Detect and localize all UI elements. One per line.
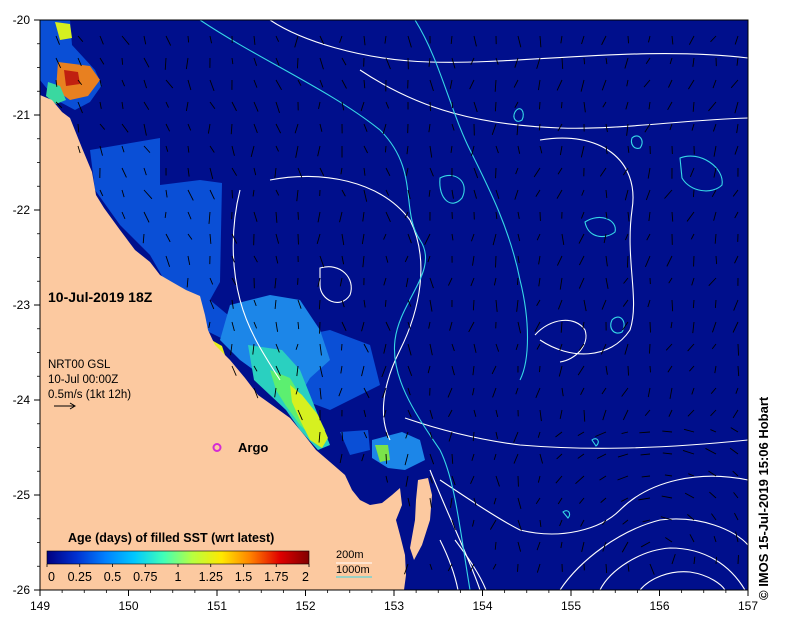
x-tick-label: 150 [118,599,138,613]
x-tick-label: 151 [207,599,227,613]
y-axis: -20 -21 -22 -23 -24 -25 -26 [13,13,40,597]
sst-map-figure: Argo 10-Jul-2019 18Z NRT00 GSL 10-Jul 00… [13,13,759,613]
current-vector [539,101,541,110]
current-vector [384,145,387,153]
colorbar-tick-label: 1.75 [264,570,288,584]
current-vector [231,189,234,199]
x-axis: 149 150 151 152 153 154 155 156 157 [30,590,758,613]
colorbar-tick-label: 0.75 [133,570,157,584]
current-time-label: 10-Jul 00:00Z [48,374,118,386]
current-vector [472,299,475,311]
colorbar-tick-label: 1.5 [235,570,252,584]
current-vector [341,343,343,351]
current-vector [296,57,299,69]
x-tick-label: 152 [295,599,315,613]
colorbar-tick-label: 0 [48,570,55,584]
current-vector [583,57,586,65]
current-vector [516,277,519,286]
argo-label: Argo [238,440,268,455]
colorbar-tick-label: 0.5 [104,570,121,584]
current-vector [737,343,739,356]
colorbar [46,550,310,565]
current-vector [494,101,497,112]
current-vector [671,299,674,312]
current-vector [627,35,629,44]
current-product-label: NRT00 GSL [48,359,111,371]
current-vector [384,299,387,307]
current-vector [715,255,718,265]
y-tick-label: -23 [13,298,31,312]
current-vector [627,365,629,376]
x-tick-label: 153 [384,599,404,613]
colorbar-tick-label: 0.25 [68,570,92,584]
current-vector [692,189,695,198]
colorbar-tick-label: 1.25 [199,570,223,584]
isobath-1000m-label: 1000m [336,564,370,576]
current-vector [451,101,454,109]
y-tick-label: -25 [13,488,31,502]
date-label: 10-Jul-2019 18Z [48,289,153,305]
x-tick-label: 157 [738,599,758,613]
y-tick-label: -21 [13,108,31,122]
colorbar-tick-label: 2 [302,570,309,584]
current-vector [715,556,717,565]
current-vector [187,35,190,43]
current-vector [692,299,695,309]
y-tick-label: -26 [13,583,31,597]
current-vector [714,299,717,309]
current-vector [385,453,387,464]
current-vector [561,101,563,109]
y-tick-label: -22 [13,203,31,217]
y-tick-label: -24 [13,393,31,407]
x-tick-label: 154 [472,599,492,613]
x-tick-label: 149 [30,599,50,613]
x-tick-label: 156 [649,599,669,613]
current-vector [649,343,651,354]
current-vector [121,57,124,65]
credit-text: © IMOS 15-Jul-2019 15:06 Hobart [756,396,771,600]
current-scale-label: 0.5m/s (1kt 12h) [48,389,131,401]
colorbar-title: Age (days) of filled SST (wrt latest) [68,531,274,545]
x-tick-label: 155 [561,599,581,613]
isobath-200m-label: 200m [336,549,364,561]
current-vector [626,255,629,268]
y-tick-label: -20 [13,13,31,27]
colorbar-tick-label: 1 [175,570,182,584]
map-panel: Argo 10-Jul-2019 18Z NRT00 GSL 10-Jul 00… [40,20,748,590]
